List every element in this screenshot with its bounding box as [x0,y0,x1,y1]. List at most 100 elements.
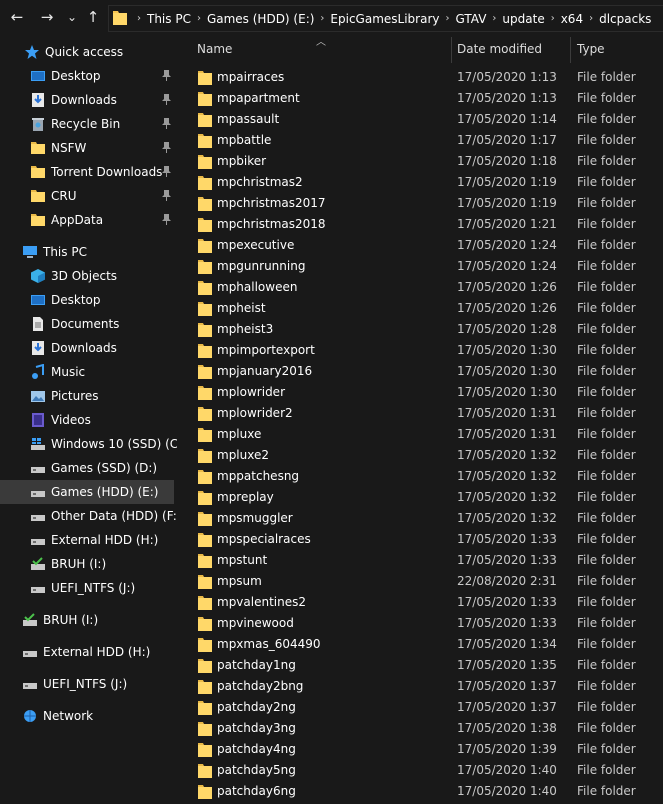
sidebar-item[interactable]: External HDD (H:) [22,640,150,664]
file-row[interactable]: patchday4ng 17/05/2020 1:39 File folder [194,739,663,760]
chevron-right-icon[interactable]: › [551,13,555,24]
sidebar-item[interactable]: 3D Objects [30,264,117,288]
sidebar-item-label: Documents [51,317,120,331]
sidebar-item[interactable]: Other Data (HDD) (F:) [30,504,181,528]
file-name: mpspecialraces [217,532,311,546]
file-row[interactable]: mpvinewood 17/05/2020 1:33 File folder [194,613,663,634]
file-row[interactable]: mplowrider2 17/05/2020 1:31 File folder [194,403,663,424]
file-date-modified: 17/05/2020 1:32 [457,490,557,504]
sidebar-item[interactable]: This PC [22,240,87,264]
column-header-name[interactable]: Name [191,35,451,63]
sidebar-item[interactable]: Pictures [30,384,99,408]
file-row[interactable]: mplowrider 17/05/2020 1:30 File folder [194,382,663,403]
chevron-right-icon[interactable]: › [197,13,201,24]
file-row[interactable]: mpheist 17/05/2020 1:26 File folder [194,298,663,319]
sidebar-item[interactable]: Games (HDD) (E:) [0,480,174,504]
breadcrumb-item[interactable]: x64 [561,12,583,26]
sidebar-item[interactable]: Games (SSD) (D:) [30,456,157,480]
sidebar-item[interactable]: CRU [30,184,77,208]
file-row[interactable]: mphalloween 17/05/2020 1:26 File folder [194,277,663,298]
sidebar-item-label: Music [51,365,86,379]
sidebar-item[interactable]: Videos [30,408,91,432]
sidebar-item[interactable]: NSFW [30,136,86,160]
breadcrumb-item[interactable]: Games (HDD) (E:) [207,12,314,26]
up-button[interactable]: ↑ [84,7,102,27]
breadcrumb-item[interactable]: This PC [147,12,191,26]
sidebar-item[interactable]: Network [22,704,93,728]
file-row[interactable]: patchday3ng 17/05/2020 1:38 File folder [194,718,663,739]
file-row[interactable]: mpstunt 17/05/2020 1:33 File folder [194,550,663,571]
file-row[interactable]: mpxmas_604490 17/05/2020 1:34 File folder [194,634,663,655]
sidebar-item-label: UEFI_NTFS (J:) [43,677,128,691]
column-header-date[interactable]: Date modified [451,35,571,63]
sidebar-item[interactable]: BRUH (I:) [22,608,98,632]
sidebar-item[interactable]: Windows 10 (SSD) (C:) [30,432,187,456]
file-row[interactable]: patchday2ng 17/05/2020 1:37 File folder [194,697,663,718]
folder-icon [198,764,212,778]
sidebar-item[interactable]: Recycle Bin [30,112,120,136]
breadcrumb-item[interactable]: update [502,12,544,26]
file-row[interactable]: mpsmuggler 17/05/2020 1:32 File folder [194,508,663,529]
sidebar-item[interactable]: AppData [30,208,103,232]
chevron-right-icon[interactable]: › [492,13,496,24]
file-row[interactable]: mpassault 17/05/2020 1:14 File folder [194,109,663,130]
file-row[interactable]: mpspecialraces 17/05/2020 1:33 File folder [194,529,663,550]
navigation-bar: ← → ⌄ ↑ › This PC › Games (HDD) (E:) › EpicGa… [0,0,663,35]
folder-icon [198,701,212,715]
chevron-right-icon[interactable]: › [320,13,324,24]
file-row[interactable]: mpvalentines2 17/05/2020 1:33 File folder [194,592,663,613]
sidebar-item[interactable]: Torrent Downloads [30,160,162,184]
chevron-right-icon[interactable]: › [137,13,141,24]
file-row[interactable]: patchday1ng 17/05/2020 1:35 File folder [194,655,663,676]
breadcrumb-item[interactable]: GTAV [456,12,487,26]
file-row[interactable]: mpluxe 17/05/2020 1:31 File folder [194,424,663,445]
file-row[interactable]: mpimportexport 17/05/2020 1:30 File folder [194,340,663,361]
file-row[interactable]: mpjanuary2016 17/05/2020 1:30 File folder [194,361,663,382]
file-row[interactable]: mpapartment 17/05/2020 1:13 File folder [194,88,663,109]
file-row[interactable]: mppatchesng 17/05/2020 1:32 File folder [194,466,663,487]
sidebar-item[interactable]: Desktop [30,288,101,312]
chevron-right-icon[interactable]: › [589,13,593,24]
address-bar[interactable]: › This PC › Games (HDD) (E:) › EpicGamesLibra… [108,5,663,32]
file-row[interactable]: mpexecutive 17/05/2020 1:24 File folder [194,235,663,256]
sidebar-item[interactable]: BRUH (I:) [30,552,106,576]
file-row[interactable]: mpchristmas2017 17/05/2020 1:19 File folde… [194,193,663,214]
file-row[interactable]: mpbiker 17/05/2020 1:18 File folder [194,151,663,172]
sidebar-item-label: BRUH (I:) [43,613,99,627]
file-row[interactable]: mpluxe2 17/05/2020 1:32 File folder [194,445,663,466]
breadcrumb: › This PC › Games (HDD) (E:) › EpicGamesLibra… [131,6,651,31]
sidebar-item[interactable]: Desktop [30,64,101,88]
file-row[interactable]: mpheist3 17/05/2020 1:28 File folder [194,319,663,340]
file-row[interactable]: patchday2bng 17/05/2020 1:37 File folder [194,676,663,697]
breadcrumb-item[interactable]: EpicGamesLibrary [330,12,439,26]
file-date-modified: 17/05/2020 1:38 [457,721,557,735]
file-row[interactable]: mpreplay 17/05/2020 1:32 File folder [194,487,663,508]
file-type: File folder [577,406,636,420]
sidebar-item[interactable]: Quick access [24,40,123,64]
download-icon [32,93,44,107]
file-date-modified: 17/05/2020 1:28 [457,322,557,336]
file-row[interactable]: mpchristmas2 17/05/2020 1:19 File folder [194,172,663,193]
back-button[interactable]: ← [8,7,26,27]
sidebar-item[interactable]: Music [30,360,85,384]
file-date-modified: 17/05/2020 1:32 [457,511,557,525]
column-header-type[interactable]: Type [571,35,663,63]
file-row[interactable]: mpairraces 17/05/2020 1:13 File folder [194,67,663,88]
sidebar-item[interactable]: Documents [30,312,119,336]
sidebar-item[interactable]: UEFI_NTFS (J:) [22,672,127,696]
forward-button[interactable]: → [38,7,56,27]
sidebar-item[interactable]: Downloads [30,88,117,112]
file-row[interactable]: mpgunrunning 17/05/2020 1:24 File folder [194,256,663,277]
file-row[interactable]: patchday5ng 17/05/2020 1:40 File folder [194,760,663,781]
sidebar-item[interactable]: External HDD (H:) [30,528,158,552]
folder-icon [198,302,212,316]
file-row[interactable]: mpbattle 17/05/2020 1:17 File folder [194,130,663,151]
recent-locations-button[interactable]: ⌄ [63,7,81,27]
file-row[interactable]: mpchristmas2018 17/05/2020 1:21 File folde… [194,214,663,235]
chevron-right-icon[interactable]: › [446,13,450,24]
breadcrumb-item[interactable]: dlcpacks [599,12,651,26]
sidebar-item[interactable]: UEFI_NTFS (J:) [30,576,135,600]
sidebar-item[interactable]: Downloads [30,336,117,360]
file-row[interactable]: patchday6ng 17/05/2020 1:40 File folder [194,781,663,802]
file-row[interactable]: mpsum 22/08/2020 2:31 File folder [194,571,663,592]
